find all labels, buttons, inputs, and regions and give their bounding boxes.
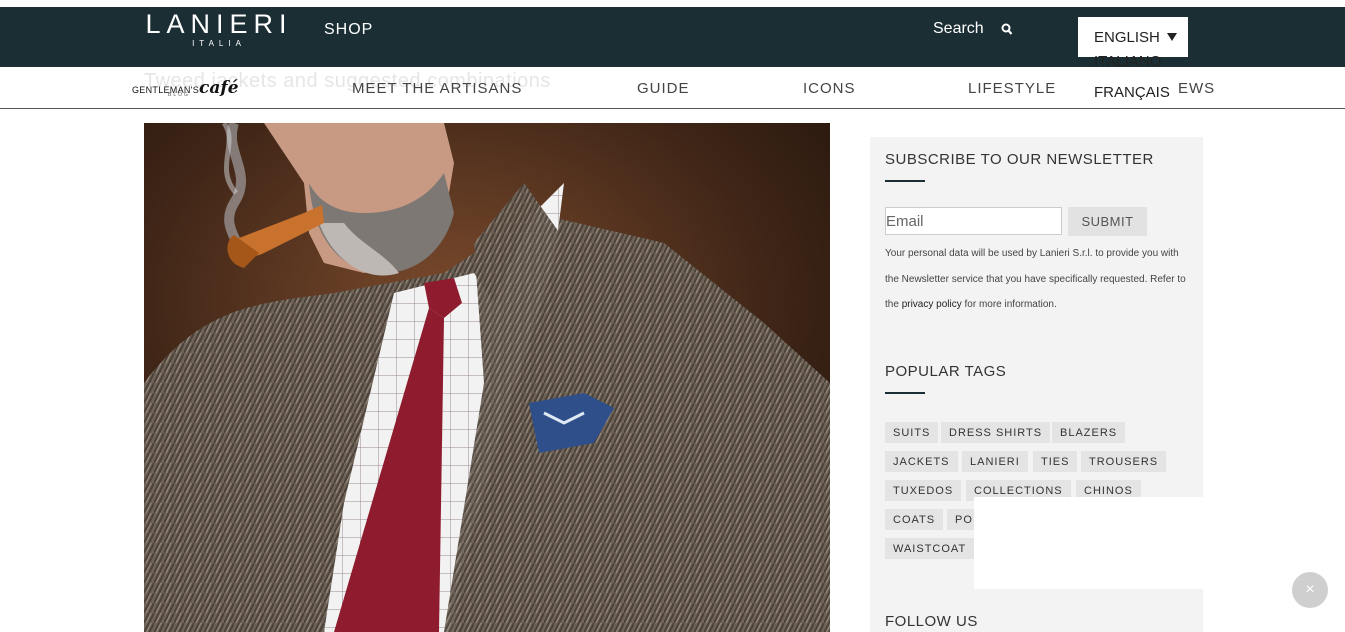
logo-wordmark: LANIERI xyxy=(145,9,293,39)
gentlemans-cafe-logo[interactable]: GENTLEMAN'Scafé BLOG xyxy=(132,78,239,98)
tag-trousers[interactable]: TROUSERS xyxy=(1081,451,1167,472)
privacy-notice: Your personal data will be used by Lanie… xyxy=(885,241,1195,318)
tag-coats[interactable]: COATS xyxy=(885,509,944,530)
nav-lifestyle[interactable]: LIFESTYLE xyxy=(968,80,1056,97)
blank-overlay xyxy=(974,497,1203,589)
brand-script: café xyxy=(199,78,239,98)
tag-suits[interactable]: SUITS xyxy=(885,422,939,443)
privacy-policy-link[interactable]: privacy policy xyxy=(902,299,962,310)
tag-dress-shirts[interactable]: DRESS SHIRTS xyxy=(941,422,1051,443)
hero-image xyxy=(144,123,830,632)
close-icon[interactable]: × xyxy=(1292,572,1328,608)
shop-link[interactable]: SHOP xyxy=(324,21,373,39)
language-current[interactable]: ENGLISH xyxy=(1094,29,1160,46)
tag-tuxedos[interactable]: TUXEDOS xyxy=(885,480,962,501)
popular-tags-heading: POPULAR TAGS xyxy=(885,363,1007,380)
caret-down-icon[interactable] xyxy=(1167,33,1177,41)
nav-icons[interactable]: ICONS xyxy=(803,80,856,97)
newsletter-heading: SUBSCRIBE TO OUR NEWSLETTER xyxy=(885,151,1154,168)
lanieri-logo[interactable]: LANIERI ITALIA xyxy=(143,10,295,49)
popular-tags-underline xyxy=(885,392,925,394)
privacy-text-2: for more information. xyxy=(964,299,1057,311)
tag-waistcoat[interactable]: WAISTCOAT xyxy=(885,538,975,559)
newsletter-heading-underline xyxy=(885,180,925,182)
submit-button[interactable]: SUBMIT xyxy=(1068,207,1147,236)
email-placeholder: Email xyxy=(886,213,924,230)
nav-guide[interactable]: GUIDE xyxy=(637,80,690,97)
tag-blazers[interactable]: BLAZERS xyxy=(1052,422,1126,443)
language-option-francais[interactable]: FRANÇAIS xyxy=(1094,84,1170,101)
tag-lanieri[interactable]: LANIERI xyxy=(962,451,1028,472)
search-icon[interactable] xyxy=(1001,23,1013,41)
search-label[interactable]: Search xyxy=(933,20,984,38)
top-strip xyxy=(0,0,1345,7)
logo-subtitle: ITALIA xyxy=(192,39,246,48)
brand-blog: BLOG xyxy=(168,92,190,98)
tag-jackets[interactable]: JACKETS xyxy=(885,451,958,472)
tag-ties[interactable]: TIES xyxy=(1033,451,1078,472)
nav-meet-the-artisans[interactable]: MEET THE ARTISANS xyxy=(352,80,522,97)
nav-news[interactable]: EWS xyxy=(1178,80,1215,97)
follow-us-heading: FOLLOW US xyxy=(885,613,978,630)
